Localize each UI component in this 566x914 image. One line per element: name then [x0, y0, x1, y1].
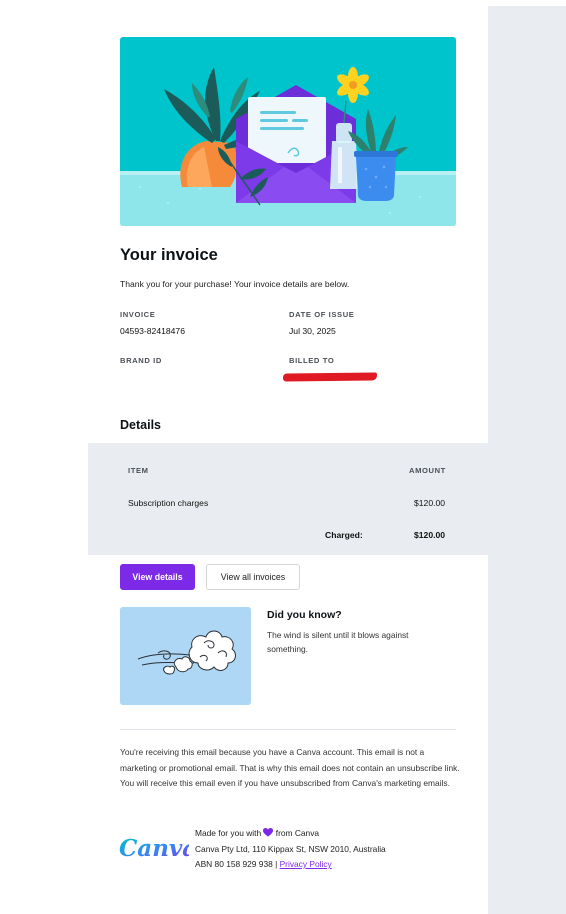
email-gutter — [488, 6, 566, 914]
privacy-policy-link[interactable]: Privacy Policy — [280, 859, 332, 869]
date-of-issue-label: DATE OF ISSUE — [289, 310, 355, 319]
charged-amount: $120.00 — [414, 530, 446, 540]
invoice-number-value: 04593-82418476 — [120, 326, 185, 336]
canva-logo: Canva — [119, 835, 189, 862]
footer-info: Made for you with from Canva Canva Pty L… — [195, 826, 386, 873]
did-you-know-text: The wind is silent until it blows agains… — [267, 630, 409, 654]
hero-illustration — [120, 37, 456, 226]
made-for-you-line: Made for you with from Canva — [195, 826, 386, 842]
charged-label: Charged: — [325, 530, 363, 540]
column-header-amount: AMOUNT — [409, 466, 446, 475]
line-item-amount: $120.00 — [414, 498, 446, 508]
did-you-know-title: Did you know? — [267, 609, 342, 621]
wind-cloud-icon — [120, 607, 251, 705]
view-details-button[interactable]: View details — [120, 564, 195, 590]
line-item-description: Subscription charges — [128, 498, 209, 508]
billed-to-redaction — [282, 372, 378, 382]
abn-number: ABN 80 158 929 938 | — [195, 859, 278, 869]
invoice-intro: Thank you for your purchase! Your invoic… — [120, 279, 350, 289]
canva-logo-wordmark: Canva — [119, 835, 189, 862]
abn-line: ABN 80 158 929 938 | Privacy Policy — [195, 857, 386, 873]
company-address: Canva Pty Ltd, 110 Kippax St, NSW 2010, … — [195, 843, 386, 854]
invoice-envelope-illustration — [120, 37, 456, 226]
made-for-suffix: from Canva — [275, 828, 320, 838]
details-heading: Details — [120, 418, 161, 432]
invoice-title: Your invoice — [120, 246, 218, 264]
wind-illustration — [120, 607, 251, 705]
date-of-issue-value: Jul 30, 2025 — [289, 326, 336, 336]
heart-icon — [263, 828, 274, 837]
account-notice: You're receiving this email because you … — [120, 747, 460, 788]
invoice-number-label: INVOICE — [120, 310, 156, 319]
column-header-item: ITEM — [128, 466, 149, 475]
billed-to-label: BILLED TO — [289, 356, 335, 365]
brand-id-label: BRAND ID — [120, 356, 162, 365]
view-all-invoices-button[interactable]: View all invoices — [206, 564, 300, 590]
footer-divider — [120, 729, 456, 730]
made-for-prefix: Made for you with — [195, 828, 262, 838]
